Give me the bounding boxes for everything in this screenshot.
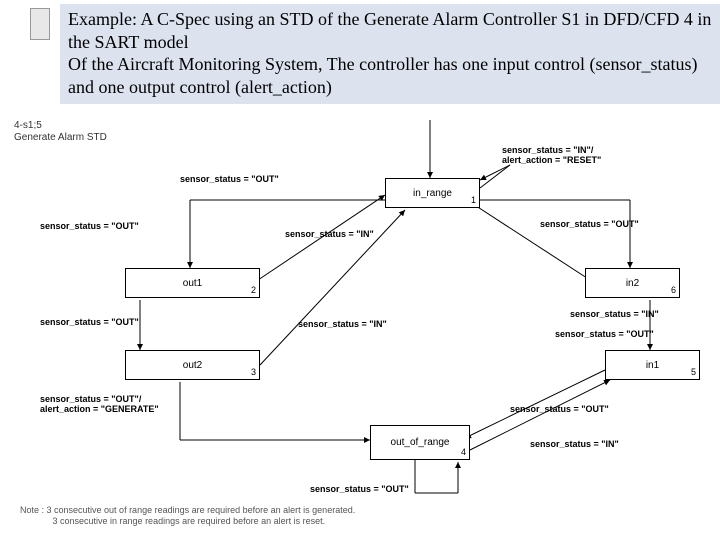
edge-label-out: sensor_status = "OUT" (40, 318, 139, 328)
state-number: 1 (471, 195, 476, 205)
edge-label-out: sensor_status = "OUT" (555, 330, 654, 340)
edge-label-in: sensor_status = "IN" (298, 320, 387, 330)
state-label: in_range (413, 188, 452, 199)
state-in2: in2 6 (585, 268, 680, 298)
state-in-range: in_range 1 (385, 178, 480, 208)
edge-label-in: sensor_status = "IN" (570, 310, 659, 320)
state-label: in2 (626, 278, 639, 289)
edge-label-out: sensor_status = "OUT" (540, 220, 639, 230)
state-number: 4 (461, 447, 466, 457)
edge-label-out: sensor_status = "OUT" (180, 175, 279, 185)
edge-label-out: sensor_status = "OUT" (310, 485, 409, 495)
state-in1: in1 5 (605, 350, 700, 380)
edge-label-out-generate: sensor_status = "OUT"/ alert_action = "G… (40, 395, 159, 415)
header-line-1: Example: A C-Spec using an STD of the Ge… (68, 9, 711, 52)
edge-label-out: sensor_status = "OUT" (40, 222, 139, 232)
std-diagram: 4-s1;5 Generate Alarm STD (10, 120, 710, 530)
state-out1: out1 2 (125, 268, 260, 298)
state-label: out1 (183, 278, 202, 289)
state-number: 6 (671, 285, 676, 295)
state-number: 3 (251, 367, 256, 377)
left-marker (30, 8, 50, 40)
state-out2: out2 3 (125, 350, 260, 380)
edge-label-in-reset: sensor_status = "IN"/ alert_action = "RE… (502, 146, 601, 166)
diagram-ref: 4-s1;5 (14, 120, 42, 131)
state-number: 5 (691, 367, 696, 377)
diagram-note: Note : 3 consecutive out of range readin… (20, 505, 355, 527)
state-out-of-range: out_of_range 4 (370, 425, 470, 460)
edge-label-in: sensor_status = "IN" (530, 440, 619, 450)
edge-label-out: sensor_status = "OUT" (510, 405, 609, 415)
header-text-box: Example: A C-Spec using an STD of the Ge… (60, 4, 720, 104)
state-label: out2 (183, 360, 202, 371)
diagram-title: Generate Alarm STD (14, 132, 107, 143)
state-label: in1 (646, 360, 659, 371)
edge-label-in: sensor_status = "IN" (285, 230, 374, 240)
state-number: 2 (251, 285, 256, 295)
header-line-2: Of the Aircraft Monitoring System, The c… (68, 54, 698, 97)
state-label: out_of_range (391, 437, 450, 448)
